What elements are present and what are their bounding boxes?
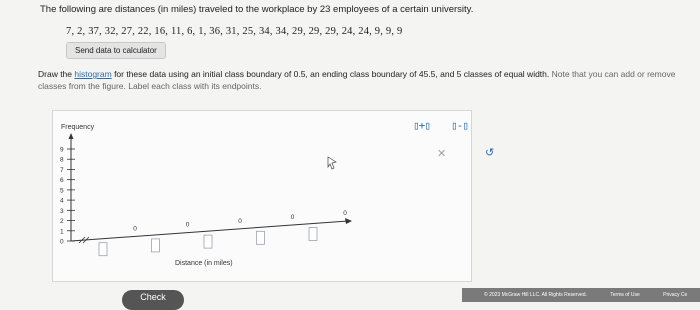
bar-value-label: 0 bbox=[186, 222, 190, 229]
y-tick-label: 9 bbox=[60, 147, 64, 154]
histogram-panel: Frequency 0 1 2 3 4 5 6 7 8 9 0 0 0 0 0 Distance (in … bbox=[52, 110, 494, 282]
x-axis-label: Distance (in miles) bbox=[175, 260, 233, 267]
tool-palette: ▯+▯ ▯-▯ ✕ ↺ bbox=[411, 117, 523, 175]
class-endpoint-input[interactable] bbox=[256, 230, 265, 245]
terms-link[interactable]: Terms of Use bbox=[610, 292, 639, 298]
histogram-graph[interactable]: Frequency 0 1 2 3 4 5 6 7 8 9 0 0 0 0 0 Distance (in … bbox=[53, 111, 471, 281]
y-axis-arrow-icon bbox=[68, 133, 74, 139]
y-tick-label: 4 bbox=[60, 198, 64, 205]
y-axis-label: Frequency bbox=[61, 124, 95, 131]
bar-value-label: 0 bbox=[291, 214, 295, 221]
x-axis-arrow-icon bbox=[345, 218, 352, 224]
y-tick-label: 6 bbox=[60, 177, 64, 184]
privacy-link[interactable]: Privacy Ce bbox=[663, 292, 687, 298]
class-endpoint-input[interactable] bbox=[203, 234, 213, 249]
copyright-text: © 2023 McGraw Hill LLC. All Rights Reser… bbox=[484, 292, 587, 298]
x-icon[interactable]: ✕ bbox=[437, 147, 446, 160]
class-endpoint-input[interactable] bbox=[308, 227, 318, 241]
instructions: Draw the histogram for these data using … bbox=[38, 68, 688, 92]
send-data-button[interactable]: Send data to calculator bbox=[66, 42, 166, 59]
footer: © 2023 McGraw Hill LLC. All Rights Reser… bbox=[462, 288, 700, 302]
add-class-button[interactable]: ▯+▯ bbox=[413, 119, 431, 135]
instructions-text: Draw the bbox=[38, 69, 75, 79]
y-tick-label: 1 bbox=[60, 228, 64, 235]
histogram-link[interactable]: histogram bbox=[74, 69, 111, 79]
check-button[interactable]: Check bbox=[122, 290, 184, 310]
question-prompt: The following are distances (in miles) t… bbox=[40, 4, 474, 15]
y-tick-label: 5 bbox=[60, 187, 64, 194]
data-values: 7, 2, 37, 32, 27, 22, 16, 11, 6, 1, 36, … bbox=[66, 26, 403, 37]
y-tick-label: 8 bbox=[60, 157, 64, 164]
instructions-text-2: for these data using an initial class bo… bbox=[111, 69, 552, 79]
bar-value-label: 0 bbox=[133, 225, 137, 232]
class-endpoint-input[interactable] bbox=[98, 242, 108, 257]
y-tick-label: 3 bbox=[60, 208, 64, 215]
y-tick-label: 7 bbox=[60, 167, 64, 174]
undo-icon[interactable]: ↺ bbox=[485, 146, 494, 159]
y-tick-label: 2 bbox=[60, 218, 64, 225]
class-endpoint-input[interactable] bbox=[151, 238, 160, 253]
remove-class-button[interactable]: ▯-▯ bbox=[451, 119, 469, 135]
bar-value-label: 0 bbox=[238, 218, 242, 225]
y-tick-label: 0 bbox=[60, 239, 64, 246]
bar-value-label: 0 bbox=[343, 210, 347, 217]
cursor-icon bbox=[327, 156, 337, 170]
